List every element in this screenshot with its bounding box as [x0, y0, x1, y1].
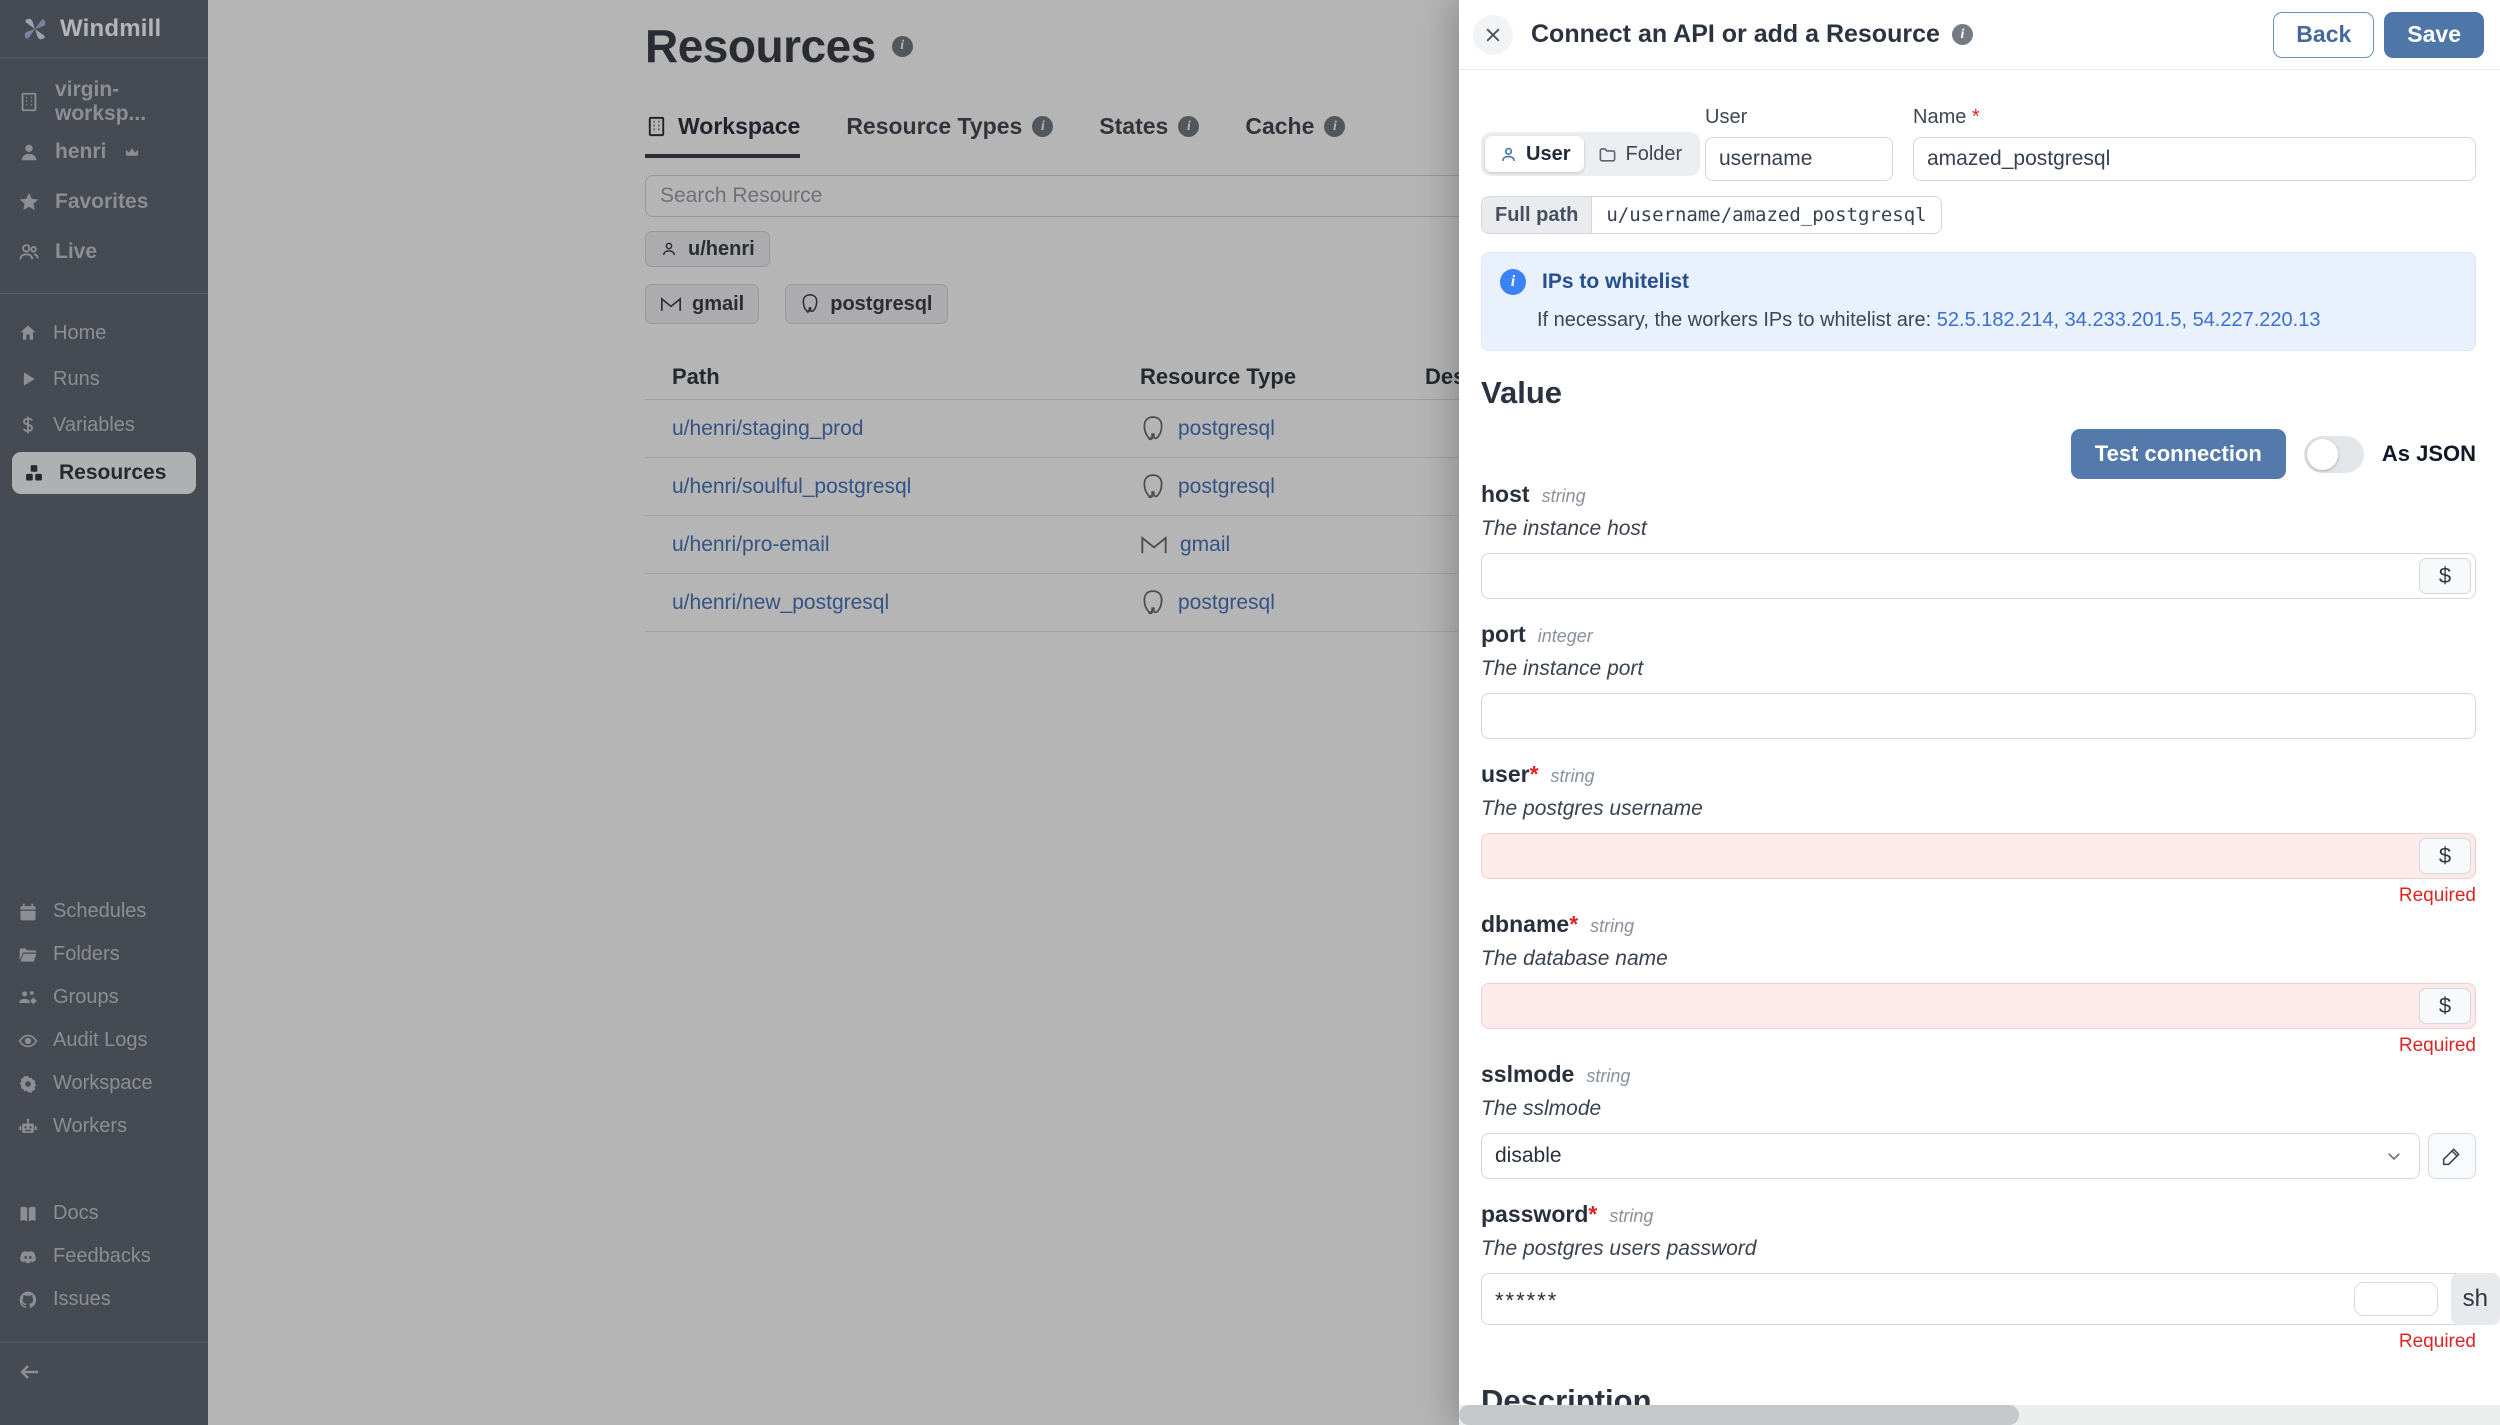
owner-kind-user[interactable]: User	[1485, 136, 1585, 172]
sslmode-selected-value: disable	[1495, 1144, 1562, 1167]
scrollbar-thumb[interactable]	[1459, 1405, 2019, 1425]
field-type: integer	[1537, 626, 1593, 646]
add-resource-drawer: Connect an API or add a Resource i Back …	[1459, 0, 2500, 1425]
dbname-input[interactable]	[1481, 983, 2476, 1029]
variable-picker-button[interactable]: $	[2419, 558, 2471, 594]
required-asterisk: *	[1588, 1201, 1598, 1227]
required-asterisk: *	[1569, 911, 1579, 937]
test-connection-button[interactable]: Test connection	[2070, 429, 2286, 479]
field-description: The database name	[1481, 947, 1668, 970]
field-name: password*	[1481, 1201, 1598, 1227]
pencil-icon	[2442, 1148, 2460, 1166]
field-description: The instance host	[1481, 517, 1647, 540]
value-section-heading: Value	[1481, 375, 1562, 410]
save-button[interactable]: Save	[2384, 11, 2484, 58]
info-icon: i	[1500, 269, 1526, 295]
drawer-body: User Folder User Name *	[1459, 70, 2500, 1405]
full-path-label: Full path	[1481, 196, 1592, 234]
field-sslmode: sslmode string The sslmode disable	[1481, 1061, 2476, 1179]
required-message: Required	[2398, 1331, 2476, 1352]
back-button[interactable]: Back	[2273, 11, 2375, 58]
user-field-label: User	[1705, 106, 1748, 128]
segment-label: Folder	[1625, 142, 1683, 165]
windmill-app: Windmill virgin-worksp... henri Favorite…	[0, 0, 2500, 1425]
password-reveal-button[interactable]	[2354, 1282, 2438, 1316]
user-icon	[1502, 147, 1515, 161]
full-path-value: u/username/amazed_postgresql	[1591, 196, 1942, 234]
field-name: host	[1481, 481, 1530, 507]
variable-picker-button[interactable]: $	[2419, 988, 2471, 1024]
name-field: Name *	[1913, 106, 2476, 181]
user-field: User	[1705, 106, 1893, 181]
field-name: dbname*	[1481, 911, 1579, 937]
edit-sslmode-button[interactable]	[2428, 1133, 2476, 1179]
user-value-input[interactable]	[1481, 833, 2476, 879]
field-name: sslmode	[1481, 1061, 1575, 1087]
field-name: port	[1481, 621, 1526, 647]
field-description: The postgres username	[1481, 797, 1703, 820]
field-type: string	[1550, 766, 1595, 786]
host-input[interactable]	[1481, 553, 2476, 599]
required-asterisk: *	[1529, 761, 1539, 787]
required-message: Required	[2398, 885, 2476, 906]
horizontal-scrollbar[interactable]	[1459, 1405, 2500, 1425]
segment-label: User	[1526, 142, 1571, 165]
field-password: password* string The postgres users pass…	[1481, 1201, 2500, 1353]
ips-callout-title: IPs to whitelist	[1542, 270, 1690, 293]
required-asterisk: *	[1971, 106, 1980, 128]
user-input[interactable]	[1705, 137, 1893, 181]
sslmode-select[interactable]: disable	[1481, 1133, 2420, 1179]
chevron-down-icon	[2388, 1153, 2400, 1161]
modal-overlay[interactable]	[0, 0, 1462, 1425]
as-json-label: As JSON	[2381, 441, 2476, 466]
test-connection-row: Test connection As JSON	[1481, 429, 2476, 479]
close-icon	[1486, 27, 1500, 42]
as-json-toggle[interactable]	[2303, 435, 2364, 473]
name-input[interactable]	[1913, 137, 2476, 181]
ips-list[interactable]: 52.5.182.214, 34.233.201.5, 54.227.220.1…	[1937, 309, 2321, 331]
folder-icon	[1600, 147, 1616, 162]
field-name: user*	[1481, 761, 1539, 787]
show-password-tooltip: sh	[2450, 1273, 2500, 1325]
toggle-knob	[2306, 438, 2338, 470]
field-type: string	[1609, 1206, 1654, 1226]
info-icon[interactable]: i	[1951, 24, 1973, 45]
field-dbname: dbname* string The database name $ Requi…	[1481, 911, 2476, 1057]
ips-whitelist-callout: i IPs to whitelist If necessary, the wor…	[1481, 252, 2476, 351]
field-type: string	[1586, 1066, 1631, 1086]
drawer-header: Connect an API or add a Resource i Back …	[1459, 0, 2500, 70]
required-message: Required	[2398, 1035, 2476, 1056]
description-section-heading: Description	[1481, 1383, 1652, 1405]
field-description: The postgres users password	[1481, 1237, 1757, 1260]
field-description: The sslmode	[1481, 1097, 1602, 1120]
password-input[interactable]: ******	[1481, 1273, 2476, 1325]
field-user: user* string The postgres username $ Req…	[1481, 761, 2476, 907]
close-drawer-button[interactable]	[1473, 14, 1513, 55]
field-description: The instance port	[1481, 657, 1644, 680]
drawer-title: Connect an API or add a Resource	[1531, 20, 1940, 48]
name-field-label: Name *	[1913, 106, 1980, 128]
variable-picker-button[interactable]: $	[2419, 838, 2471, 874]
field-port: port integer The instance port	[1481, 621, 2476, 739]
full-path-row: Full path u/username/amazed_postgresql	[1481, 196, 2476, 234]
owner-kind-folder[interactable]: Folder	[1584, 136, 1696, 172]
ips-callout-text: If necessary, the workers IPs to whiteli…	[1537, 309, 2321, 331]
resource-meta-row: User Folder User Name *	[1481, 96, 2476, 192]
field-type: string	[1590, 916, 1635, 936]
owner-kind-segmented-control: User Folder	[1481, 132, 1701, 176]
field-host: host string The instance host $	[1481, 481, 2476, 599]
port-input[interactable]	[1481, 693, 2476, 739]
field-type: string	[1541, 486, 1586, 506]
